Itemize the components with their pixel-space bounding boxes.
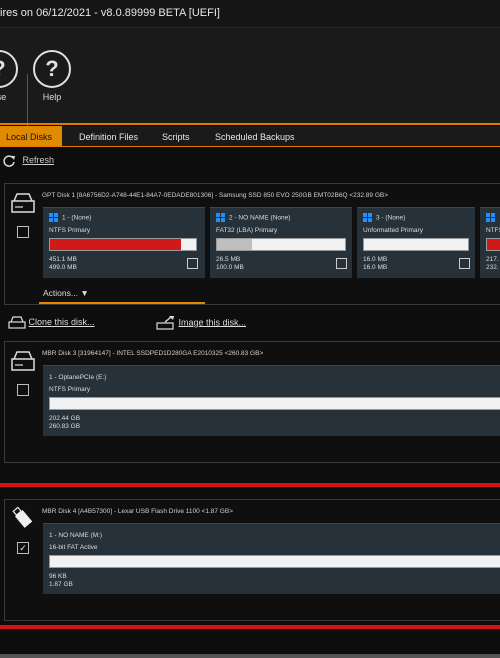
partition-name: 2 - NO NAME (None) [216, 213, 290, 223]
clone-disk-label: Clone this disk... [28, 316, 95, 327]
disk-1-checkbox[interactable] [17, 226, 29, 238]
hard-drive-icon [11, 193, 35, 213]
image-disk-link[interactable]: Image this disk... [156, 316, 246, 330]
actions-menu[interactable]: Actions... ▼ [39, 288, 205, 304]
image-disk-icon [156, 316, 174, 330]
actions-underline [39, 302, 205, 304]
partition-sizes: 202.44 GB 260.83 GB [49, 415, 81, 430]
partition-usage-fill [50, 239, 182, 250]
partition-usage-bar [49, 555, 500, 568]
separator-red-2 [0, 625, 500, 629]
partition-sizes: 16.0 MB 16.0 MB [363, 256, 388, 271]
disk-4-partition-1[interactable]: 1 - NO NAME (M:) 16-bit FAT Active 96 KB… [43, 523, 500, 594]
partition-type: NTFS [486, 227, 500, 234]
partition-type: 16-bit FAT Active [49, 544, 98, 551]
tab-definition-files[interactable]: Definition Files [79, 126, 138, 147]
release-label: ase [0, 92, 7, 102]
tab-bar: Local Disks Definition Files Scripts Sch… [0, 126, 500, 147]
tab-scripts[interactable]: Scripts [162, 126, 190, 147]
partition-usage-fill [487, 239, 500, 250]
partition-sizes: 217. 232. [486, 256, 499, 271]
partition-usage-fill [217, 239, 252, 250]
disk-1-partition-2[interactable]: 2 - NO NAME (None) FAT32 (LBA) Primary 2… [210, 207, 352, 278]
disk-1-partition-3[interactable]: 3 - (None) Unformatted Primary 16.0 MB 16… [357, 207, 475, 278]
hard-drive-icon [11, 351, 35, 371]
clone-disk-icon [8, 316, 26, 329]
disk-4-panel: ✓ MBR Disk 4 [A4B57300] - Lexar USB Flas… [4, 499, 500, 621]
partition-type: FAT32 (LBA) Primary [216, 227, 278, 234]
partition-type: NTFS Primary [49, 386, 91, 393]
partition-2-checkbox[interactable] [336, 258, 347, 269]
partition-usage-bar [49, 238, 197, 251]
help-button[interactable]: ? Help [27, 50, 77, 102]
windows-icon [486, 213, 496, 223]
partition-type: NTFS Primary [49, 227, 91, 234]
disk-4-checkbox[interactable]: ✓ [17, 542, 29, 554]
windows-icon [216, 213, 226, 223]
disk-3-checkbox[interactable] [17, 384, 29, 396]
refresh-button[interactable]: Refresh [2, 154, 54, 168]
help-icon: ? [33, 50, 71, 88]
partition-sizes: 96 KB 1.87 GB [49, 573, 73, 588]
actions-label: Actions... [43, 288, 78, 298]
partition-name: 1 - (None) [49, 213, 91, 223]
chevron-down-icon: ▼ [80, 288, 89, 298]
partition-3-checkbox[interactable] [459, 258, 470, 269]
tab-local-disks[interactable]: Local Disks [0, 126, 63, 147]
window-title: ires on 06/12/2021 - v8.0.89999 BETA [UE… [0, 7, 220, 19]
tab-underline [0, 146, 500, 147]
partition-name [486, 213, 499, 223]
partition-name: 3 - (None) [363, 213, 405, 223]
disk-1-partition-1[interactable]: 1 - (None) NTFS Primary 451.1 MB 499.0 MB [43, 207, 205, 278]
partition-usage-bar [216, 238, 346, 251]
disk-1-title: GPT Disk 1 [8A6756D2-A748-44E1-84A7-0EDA… [42, 192, 389, 199]
usb-drive-icon [12, 506, 33, 528]
image-disk-label: Image this disk... [178, 317, 247, 328]
help-label: Help [42, 92, 62, 102]
partition-usage-bar [486, 238, 500, 251]
disk-3-panel: MBR Disk 3 [31964147] - INTEL SSDPED1D28… [4, 341, 500, 463]
clone-disk-link[interactable]: Clone this disk... [8, 316, 95, 329]
partition-usage-bar [363, 238, 469, 251]
local-disks-panel: Refresh GPT Disk 1 [8A6756D2-A748-44E1-8… [0, 148, 500, 658]
toolbar-divider [0, 123, 500, 125]
tab-scheduled-backups[interactable]: Scheduled Backups [215, 126, 295, 147]
disk-3-title: MBR Disk 3 [31964147] - INTEL SSDPED1D28… [42, 350, 264, 357]
release-icon: ? [0, 50, 18, 88]
disk-1-partition-4[interactable]: NTFS 217.232. [480, 207, 500, 278]
refresh-icon [3, 155, 15, 167]
windows-icon [49, 213, 59, 223]
partition-type: Unformatted Primary [363, 227, 423, 234]
toolbar: ? ase ? Help [0, 27, 500, 126]
disk-3-partition-1[interactable]: 1 - OptanePCIe (E:) NTFS Primary 202.44 … [43, 365, 500, 436]
bottom-bar [0, 654, 500, 658]
disk-4-title: MBR Disk 4 [A4B57300] - Lexar USB Flash … [42, 508, 233, 515]
windows-icon [363, 213, 373, 223]
disk-1-panel: GPT Disk 1 [8A6756D2-A748-44E1-84A7-0EDA… [4, 183, 500, 305]
release-button[interactable]: ? ase [0, 50, 24, 102]
partition-sizes: 26.5 MB 100.0 MB [216, 256, 244, 271]
refresh-label: Refresh [22, 155, 55, 166]
title-bar: ires on 06/12/2021 - v8.0.89999 BETA [UE… [0, 0, 500, 27]
partition-name: 1 - OptanePCIe (E:) [49, 374, 107, 381]
partition-1-checkbox[interactable] [187, 258, 198, 269]
partition-sizes: 451.1 MB 499.0 MB [49, 256, 77, 271]
separator-red-1 [0, 483, 500, 487]
partition-name: 1 - NO NAME (M:) [49, 532, 103, 539]
partition-usage-bar [49, 397, 500, 410]
partition-usage-fill [50, 398, 409, 409]
